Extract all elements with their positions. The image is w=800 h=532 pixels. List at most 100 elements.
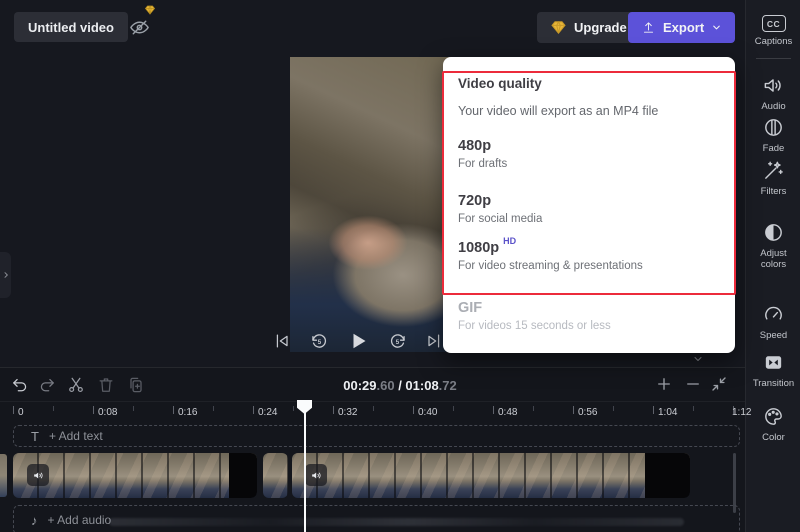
sidebar-item-label: Fade: [762, 143, 785, 154]
option-desc: For video streaming & presentations: [458, 260, 643, 272]
premium-gem-badge-icon: [144, 4, 156, 16]
quality-option-480p[interactable]: 480p For drafts: [443, 138, 735, 170]
add-audio-label: + Add audio: [47, 513, 112, 527]
speaker-icon: [311, 472, 321, 478]
add-text-track[interactable]: T + Add text: [13, 425, 740, 447]
sidebar-item-label: Transition: [752, 378, 795, 389]
sidebar-item-label: Filters: [760, 186, 787, 197]
sidebar-item-adjust-colors[interactable]: Adjust colors: [746, 221, 800, 270]
upgrade-label: Upgrade: [574, 20, 627, 35]
sidebar-item-audio[interactable]: Audio: [746, 74, 800, 112]
option-desc: For social media: [458, 213, 543, 225]
video-clip-sliver[interactable]: [0, 454, 7, 497]
ruler-tick: 0:24: [258, 407, 278, 418]
sidebar-item-label: Adjust colors: [760, 248, 787, 270]
speaker-icon: [764, 79, 781, 92]
preview-collapse-chevron-icon[interactable]: [690, 353, 706, 365]
upload-icon: [643, 22, 654, 33]
rewind-5s-button[interactable]: 5: [309, 331, 330, 352]
speaker-icon: [33, 472, 43, 478]
app-window: Untitled video Upgrade Export CC Caption…: [0, 0, 800, 532]
sidebar-item-color[interactable]: Color: [746, 405, 800, 443]
sidebar-item-label: Captions: [754, 36, 793, 47]
tools-sidebar: CC Captions Audio Fade Filters Adjust co…: [745, 0, 800, 532]
timeline-scrollbar[interactable]: [733, 453, 736, 513]
project-title[interactable]: Untitled video: [14, 12, 128, 42]
undo-button[interactable]: [10, 375, 30, 395]
play-button[interactable]: [346, 329, 370, 353]
total-time-fraction: .72: [438, 378, 457, 393]
chevron-down-icon: [713, 25, 720, 30]
quality-option-720p[interactable]: 720p For social media: [443, 193, 735, 225]
text-T-icon: T: [31, 428, 39, 444]
popup-subtitle: Your video will export as an MP4 file: [458, 104, 659, 118]
video-preview-canvas: [290, 57, 456, 352]
upgrade-button[interactable]: Upgrade: [537, 12, 640, 43]
sidebar-item-filters[interactable]: Filters: [746, 159, 800, 197]
expand-panel-tab[interactable]: [0, 252, 11, 298]
quality-option-gif[interactable]: GIF For videos 15 seconds or less: [443, 300, 735, 332]
delete-button[interactable]: [96, 375, 116, 395]
ruler-tick: 0:08: [98, 407, 118, 418]
option-desc: For videos 15 seconds or less: [458, 320, 611, 332]
video-clip-1[interactable]: [13, 453, 257, 498]
sidebar-item-label: Audio: [761, 101, 786, 112]
export-button[interactable]: Export: [628, 12, 736, 43]
redo-button[interactable]: [37, 375, 57, 395]
skip-to-end-button[interactable]: [424, 331, 444, 351]
audio-waveform: [109, 518, 684, 526]
skip-to-start-button[interactable]: [272, 331, 292, 351]
sidebar-item-speed[interactable]: Speed: [746, 303, 800, 341]
sidebar-item-captions[interactable]: CC Captions: [746, 15, 800, 47]
chevron-right-icon: [4, 272, 8, 278]
option-desc: For drafts: [458, 158, 508, 170]
music-note-icon: ♪: [31, 512, 38, 528]
transition-icon: [765, 356, 782, 369]
option-name: GIF: [458, 300, 483, 316]
transport-controls: 5 5: [272, 329, 444, 353]
timeline-ruler[interactable]: 0 0:08 0:16 0:24 0:32 0:40 0:48 0:56 1:0…: [0, 401, 751, 424]
clip-black-segment: [645, 453, 690, 498]
sidebar-item-fade[interactable]: Fade: [746, 116, 800, 154]
forward-5s-button[interactable]: 5: [387, 331, 408, 352]
palette-icon: [765, 408, 782, 425]
speed-gauge-icon: [765, 306, 782, 320]
option-name: 1080p HD: [458, 236, 517, 256]
ruler-tick: 0:16: [178, 407, 198, 418]
time-separator: /: [394, 378, 406, 393]
ruler-tick: 1:12: [732, 407, 752, 418]
quality-option-1080p[interactable]: 1080p HD For video streaming & presentati…: [443, 236, 735, 272]
adjust-colors-icon: [765, 224, 782, 241]
time-display: 00:29.60 / 01:08.72: [343, 378, 457, 393]
playhead-line[interactable]: [304, 401, 306, 532]
ruler-tick: 0:40: [418, 407, 438, 418]
sidebar-item-transition[interactable]: Transition: [746, 351, 800, 389]
ruler-tick: 1:04: [658, 407, 678, 418]
video-quality-popup: Video quality Your video will export as …: [443, 57, 735, 353]
split-scissors-button[interactable]: [66, 375, 86, 395]
clip-black-segment: [229, 453, 257, 498]
video-clip-3[interactable]: [292, 453, 690, 498]
ruler-tick: 0:32: [338, 407, 358, 418]
option-name: 480p: [458, 138, 492, 154]
duplicate-button[interactable]: [126, 375, 146, 395]
add-audio-track[interactable]: ♪ + Add audio: [13, 505, 740, 532]
add-text-label: + Add text: [48, 429, 103, 443]
popup-title: Video quality: [458, 76, 542, 91]
clip-audio-badge[interactable]: [27, 464, 49, 486]
watermark-eye-off-icon[interactable]: [128, 16, 151, 39]
clip-audio-badge[interactable]: [305, 464, 327, 486]
fade-icon: [765, 119, 782, 136]
svg-text:5: 5: [317, 338, 321, 345]
gem-icon: [551, 21, 566, 34]
sidebar-divider: [756, 58, 791, 59]
ruler-tick: 0:56: [578, 407, 598, 418]
ruler-tick: 0: [18, 407, 24, 418]
hd-badge: HD: [503, 236, 517, 246]
zoom-in-button[interactable]: [655, 375, 673, 393]
export-label: Export: [663, 20, 705, 35]
zoom-out-button[interactable]: [684, 375, 702, 393]
video-clip-2[interactable]: [263, 453, 288, 498]
fit-to-screen-button[interactable]: [710, 375, 728, 393]
sidebar-item-label: Color: [762, 432, 785, 443]
